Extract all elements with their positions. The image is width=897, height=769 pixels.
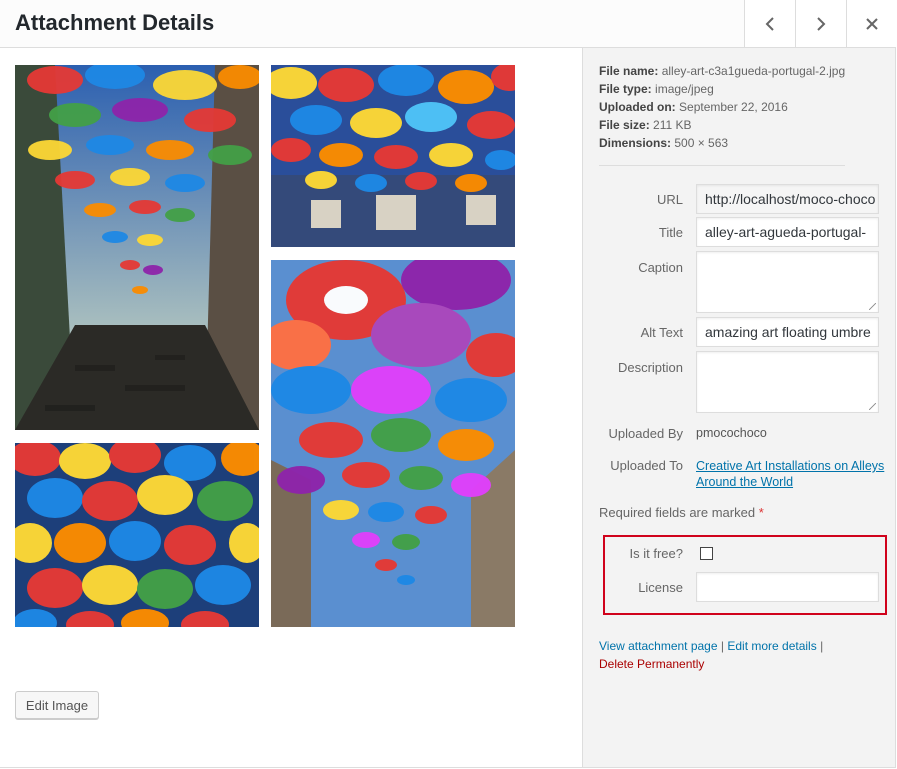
caption-field[interactable] xyxy=(696,251,879,313)
resize-grip-icon[interactable] xyxy=(869,403,876,410)
file-name-label: File name: xyxy=(599,64,659,78)
dimensions-label: Dimensions: xyxy=(599,136,672,150)
license-field[interactable] xyxy=(696,572,879,602)
separator: | xyxy=(720,639,724,653)
title-field[interactable]: alley-art-agueda-portugal- xyxy=(696,217,879,247)
close-button[interactable] xyxy=(846,0,897,47)
edit-image-button[interactable]: Edit Image xyxy=(15,691,99,719)
umbrella-alley-photo-2 xyxy=(271,65,515,247)
attachment-preview: Edit Image xyxy=(0,48,582,767)
file-type-row: File type: image/jpeg xyxy=(599,80,845,98)
title-label: Title xyxy=(658,225,683,240)
required-star: * xyxy=(758,505,764,520)
description-field[interactable] xyxy=(696,351,879,413)
caption-label: Caption xyxy=(638,260,683,275)
divider xyxy=(599,165,845,166)
alt-text-field[interactable]: amazing art floating umbre xyxy=(696,317,879,347)
file-size-value: 211 KB xyxy=(653,118,692,132)
close-icon xyxy=(866,17,878,30)
uploaded-by-label: Uploaded By xyxy=(608,426,683,441)
required-fields-note: Required fields are marked * xyxy=(599,505,764,520)
resize-grip-icon[interactable] xyxy=(869,303,876,310)
uploaded-on-value: September 22, 2016 xyxy=(679,100,788,114)
umbrella-alley-photo-4 xyxy=(15,443,259,627)
uploaded-on-label: Uploaded on: xyxy=(599,100,676,114)
separator: | xyxy=(820,639,824,653)
uploaded-to-link-line2[interactable]: Around the World xyxy=(696,475,793,489)
url-label: URL xyxy=(656,192,683,207)
is-it-free-checkbox[interactable] xyxy=(700,547,713,560)
is-it-free-label: Is it free? xyxy=(629,546,683,561)
uploaded-on-row: Uploaded on: September 22, 2016 xyxy=(599,98,845,116)
next-button[interactable] xyxy=(795,0,846,47)
chevron-right-icon xyxy=(817,16,826,31)
description-label: Description xyxy=(617,360,683,375)
attachment-details-modal: Attachment Details Edit Image File name:… xyxy=(0,0,897,768)
previous-button[interactable] xyxy=(744,0,795,47)
dimensions-value: 500 × 563 xyxy=(674,136,729,150)
file-type-label: File type: xyxy=(599,82,652,96)
alt-text-label: Alt Text xyxy=(640,325,683,340)
modal-header: Attachment Details xyxy=(0,0,897,48)
attachment-sidebar: File name: alley-art-c3a1gueda-portugal-… xyxy=(582,48,895,767)
uploaded-to-link-line1[interactable]: Creative Art Installations on Alleys xyxy=(696,459,884,473)
license-label: License xyxy=(638,580,683,595)
url-field[interactable]: http://localhost/moco-choco xyxy=(696,184,879,214)
umbrella-alley-photo-1 xyxy=(15,65,259,430)
file-name-row: File name: alley-art-c3a1gueda-portugal-… xyxy=(599,62,845,80)
attachment-actions: View attachment page | Edit more details… xyxy=(599,637,823,673)
umbrella-alley-photo-3 xyxy=(271,260,515,627)
uploaded-by-value: pmocochoco xyxy=(696,426,767,440)
file-size-label: File size: xyxy=(599,118,650,132)
file-type-value: image/jpeg xyxy=(655,82,714,96)
modal-title: Attachment Details xyxy=(15,10,215,35)
file-size-row: File size: 211 KB xyxy=(599,116,845,134)
delete-permanently-link[interactable]: Delete Permanently xyxy=(599,657,704,671)
chevron-left-icon xyxy=(765,16,774,31)
file-name-value: alley-art-c3a1gueda-portugal-2.jpg xyxy=(661,64,846,78)
file-details: File name: alley-art-c3a1gueda-portugal-… xyxy=(599,62,845,152)
required-note-text: Required fields are marked xyxy=(599,505,756,520)
dimensions-row: Dimensions: 500 × 563 xyxy=(599,134,845,152)
uploaded-to-value[interactable]: Creative Art Installations on Alleys Aro… xyxy=(696,458,884,490)
edit-more-details-link[interactable]: Edit more details xyxy=(727,639,816,653)
uploaded-to-label: Uploaded To xyxy=(610,458,683,473)
view-attachment-page-link[interactable]: View attachment page xyxy=(599,639,718,653)
